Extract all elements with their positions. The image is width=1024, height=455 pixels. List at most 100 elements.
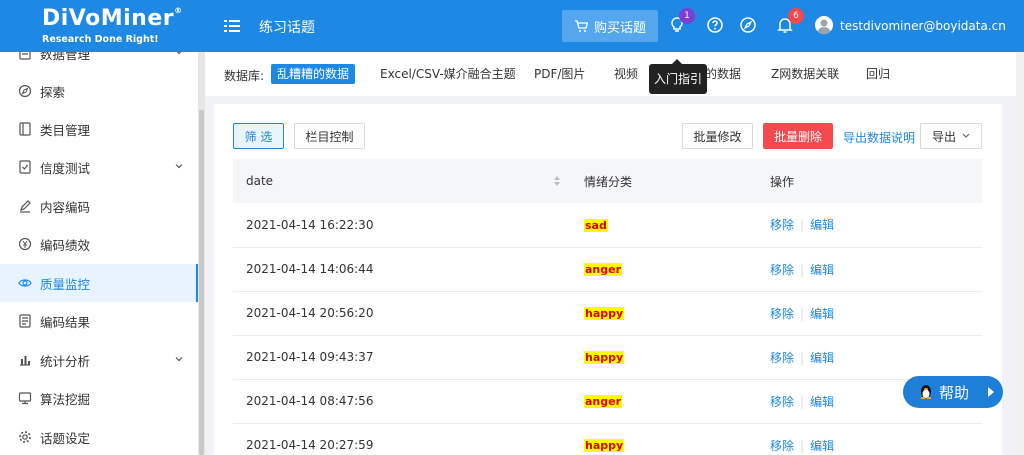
category-icon bbox=[18, 122, 32, 136]
database-icon bbox=[18, 52, 32, 60]
header-actions: 操作 bbox=[757, 159, 982, 203]
sidebar-item[interactable]: 编码结果 bbox=[0, 302, 198, 340]
sidebar-item-label: 算法挖掘 bbox=[40, 391, 91, 407]
sidebar-item[interactable]: 探索 bbox=[0, 72, 198, 110]
gear-icon bbox=[18, 430, 32, 444]
sidebar-item[interactable]: 内容编码 bbox=[0, 187, 198, 225]
db-tab-pdf-image[interactable]: PDF/图片 bbox=[528, 64, 591, 84]
guide-tooltip: 入门指引 bbox=[649, 59, 707, 94]
action-divider: | bbox=[800, 350, 805, 365]
db-tab-messy-data[interactable]: 乱糟糟的数据 bbox=[271, 64, 356, 84]
header-date-label: date bbox=[246, 174, 274, 188]
action-divider: | bbox=[800, 262, 805, 277]
export-dropdown[interactable]: 导出 bbox=[920, 123, 982, 149]
sidebar-item-label: 编码结果 bbox=[40, 314, 91, 330]
sidebar-item[interactable]: 编码绩效 bbox=[0, 225, 198, 263]
sidebar-item[interactable]: 质量监控 bbox=[0, 264, 198, 302]
edit-link[interactable]: 编辑 bbox=[810, 439, 834, 453]
header-emotion: 情绪分类 bbox=[571, 159, 757, 203]
cart-icon bbox=[574, 20, 588, 32]
db-tab-z-network[interactable]: Z网数据关联 bbox=[765, 64, 845, 84]
header-date[interactable]: date bbox=[233, 159, 571, 203]
result-icon bbox=[18, 314, 32, 328]
table-row: 2021-04-14 20:56:20 happy 移除 | 编辑 bbox=[233, 291, 982, 336]
remove-link[interactable]: 移除 bbox=[770, 395, 794, 409]
sidebar-scrollbar[interactable] bbox=[198, 52, 205, 455]
table-header-row: date 情绪分类 操作 bbox=[233, 159, 982, 203]
cell-date: 2021-04-14 08:47:56 bbox=[233, 379, 571, 424]
db-tab-excel-csv[interactable]: Excel/CSV-媒介融合主题 bbox=[374, 64, 522, 84]
sidebar-item-label: 类目管理 bbox=[40, 122, 91, 138]
explore-icon bbox=[18, 84, 32, 98]
sidebar-item[interactable]: 信度测试 bbox=[0, 148, 198, 186]
logo[interactable]: DiVoMiner® Research Done Right! bbox=[0, 0, 205, 52]
menu-toggle-icon[interactable] bbox=[224, 16, 240, 36]
arrow-right-icon bbox=[988, 387, 994, 397]
sidebar-item[interactable]: 数据管理 bbox=[0, 52, 198, 72]
emotion-tag: sad bbox=[584, 218, 608, 232]
export-help-link[interactable]: 导出数据说明 bbox=[843, 129, 915, 146]
sidebar-scrollbar-thumb[interactable] bbox=[199, 110, 204, 455]
column-control-button[interactable]: 栏目控制 bbox=[294, 123, 365, 149]
edit-link[interactable]: 编辑 bbox=[810, 263, 834, 277]
compass-icon[interactable] bbox=[739, 16, 757, 34]
cell-emotion: anger bbox=[571, 247, 757, 292]
action-divider: | bbox=[800, 438, 805, 453]
db-tab-video[interactable]: 视频 bbox=[608, 64, 644, 84]
edit-link[interactable]: 编辑 bbox=[810, 218, 834, 232]
cell-emotion: happy bbox=[571, 335, 757, 380]
filter-button[interactable]: 筛 选 bbox=[233, 123, 284, 149]
database-bar: 数据库: 乱糟糟的数据 Excel/CSV-媒介融合主题 PDF/图片 视频 的… bbox=[205, 52, 1016, 96]
emotion-tag: happy bbox=[584, 439, 625, 452]
remove-link[interactable]: 移除 bbox=[770, 263, 794, 277]
sidebar-item[interactable]: 话题设定 bbox=[0, 418, 198, 455]
table-row: 2021-04-14 14:06:44 anger 移除 | 编辑 bbox=[233, 247, 982, 292]
cell-date: 2021-04-14 14:06:44 bbox=[233, 247, 571, 292]
table-row: 2021-04-14 08:47:56 anger 移除 | 编辑 bbox=[233, 379, 982, 424]
edit-icon bbox=[18, 199, 32, 213]
remove-link[interactable]: 移除 bbox=[770, 218, 794, 232]
emotion-tag: happy bbox=[584, 307, 625, 320]
data-table: date 情绪分类 操作 2021-04-14 16:22:30 sad 移除 | 编辑… bbox=[233, 159, 982, 455]
hint-badge: 1 bbox=[679, 8, 695, 24]
emotion-tag: anger bbox=[584, 395, 623, 408]
sidebar-item[interactable]: 算法挖掘 bbox=[0, 379, 198, 417]
sidebar: 数据管理 探索类目管理信度测试内容编码编码绩效质量监控编码结果统计分析算法挖掘话题… bbox=[0, 52, 198, 455]
cell-actions: 移除 | 编辑 bbox=[757, 247, 982, 292]
remove-link[interactable]: 移除 bbox=[770, 307, 794, 321]
batch-edit-button[interactable]: 批量修改 bbox=[682, 123, 753, 149]
remove-link[interactable]: 移除 bbox=[770, 351, 794, 365]
chevron-down-icon bbox=[175, 164, 183, 169]
sort-icon[interactable] bbox=[553, 175, 561, 187]
edit-link[interactable]: 编辑 bbox=[810, 395, 834, 409]
remove-link[interactable]: 移除 bbox=[770, 439, 794, 453]
sidebar-item-label: 编码绩效 bbox=[40, 237, 91, 253]
chart-icon bbox=[18, 353, 32, 367]
user-icon bbox=[817, 19, 831, 34]
action-divider: | bbox=[800, 306, 805, 321]
action-divider: | bbox=[800, 218, 805, 233]
user-email[interactable]: testdivominer@boyidata.cn bbox=[840, 19, 1006, 33]
sidebar-item-label: 统计分析 bbox=[40, 353, 91, 369]
db-tab-regression[interactable]: 回归 bbox=[860, 64, 896, 84]
avatar[interactable] bbox=[815, 16, 833, 34]
chevron-down-icon bbox=[962, 133, 970, 138]
logo-text: DiVoMiner bbox=[42, 6, 175, 31]
sidebar-item[interactable]: 类目管理 bbox=[0, 110, 198, 148]
table-row: 2021-04-14 16:22:30 sad 移除 | 编辑 bbox=[233, 203, 982, 248]
batch-delete-button[interactable]: 批量删除 bbox=[763, 123, 833, 149]
sidebar-item[interactable]: 统计分析 bbox=[0, 341, 198, 379]
help-label: 帮助 bbox=[939, 383, 970, 402]
sidebar-item-label: 信度测试 bbox=[40, 160, 91, 176]
help-button[interactable]: 帮助 bbox=[903, 376, 1003, 408]
eye-icon bbox=[18, 276, 32, 290]
cell-emotion: happy bbox=[571, 423, 757, 455]
edit-link[interactable]: 编辑 bbox=[810, 351, 834, 365]
cell-date: 2021-04-14 20:56:20 bbox=[233, 291, 571, 336]
page-scrollbar[interactable] bbox=[1016, 52, 1024, 455]
cell-actions: 移除 | 编辑 bbox=[757, 203, 982, 248]
help-circle-icon[interactable] bbox=[706, 16, 724, 34]
edit-link[interactable]: 编辑 bbox=[810, 307, 834, 321]
export-label: 导出 bbox=[931, 129, 956, 144]
buy-topic-button[interactable]: 购买话题 bbox=[562, 10, 658, 42]
